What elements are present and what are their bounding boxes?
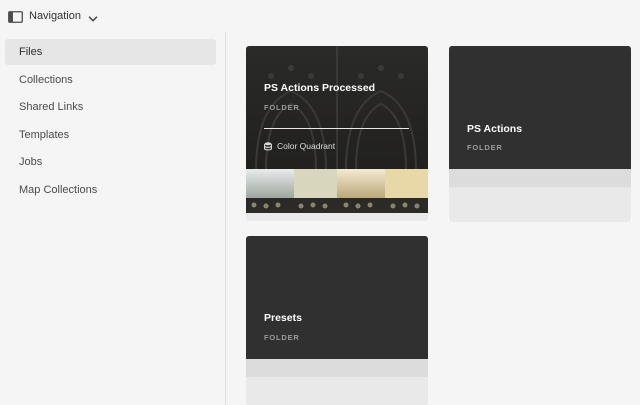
sidebar-item-label: Collections	[19, 73, 73, 86]
folder-title: PS Actions	[467, 123, 523, 135]
sidebar-item-label: Jobs	[19, 156, 43, 168]
sidebar-item-map-collections[interactable]: Map Collections	[5, 177, 216, 203]
card-footer-band	[246, 359, 428, 377]
folder-meta: Color Quadrant	[264, 141, 335, 151]
folder-title: PS Actions Processed	[264, 82, 376, 94]
folder-card-ps-actions[interactable]: PS Actions FOLDER	[449, 46, 631, 222]
folder-title: Presets	[264, 312, 302, 324]
sidebar-item-templates[interactable]: Templates	[5, 122, 216, 148]
sidebar-item-label: Shared Links	[19, 101, 84, 113]
navigation-toggle[interactable]: Navigation	[8, 10, 98, 23]
sidebar-item-jobs[interactable]: Jobs	[5, 149, 216, 175]
chevron-down-icon	[88, 11, 98, 22]
folder-thumbnail: Presets FOLDER	[246, 236, 428, 359]
sidebar-item-label: Map Collections	[19, 183, 98, 196]
sidebar: Files Collections Shared Links Templates…	[0, 32, 226, 405]
sidebar-toggle-icon	[8, 10, 23, 23]
folder-thumbnail-image	[246, 46, 428, 213]
sidebar-item-label: Templates	[19, 128, 70, 141]
database-icon	[264, 141, 272, 151]
folder-type-label: FOLDER	[264, 103, 300, 112]
folder-type-label: FOLDER	[467, 143, 503, 152]
sidebar-item-files[interactable]: Files	[5, 39, 216, 65]
sidebar-item-collections[interactable]: Collections	[5, 67, 216, 93]
navigation-label: Navigation	[29, 10, 81, 22]
files-grid: PS Actions Processed FOLDER Color Quadra…	[227, 32, 640, 405]
top-bar: Navigation	[0, 0, 640, 32]
folder-card-ps-actions-processed[interactable]: PS Actions Processed FOLDER Color Quadra…	[246, 46, 428, 221]
card-footer-band	[449, 169, 631, 187]
card-divider	[264, 128, 409, 129]
folder-card-presets[interactable]: Presets FOLDER	[246, 236, 428, 405]
sidebar-item-shared-links[interactable]: Shared Links	[5, 94, 216, 120]
folder-meta-label: Color Quadrant	[277, 141, 336, 151]
folder-type-label: FOLDER	[264, 333, 300, 342]
sidebar-item-label: Files	[19, 46, 43, 58]
folder-thumbnail: PS Actions FOLDER	[449, 46, 631, 169]
